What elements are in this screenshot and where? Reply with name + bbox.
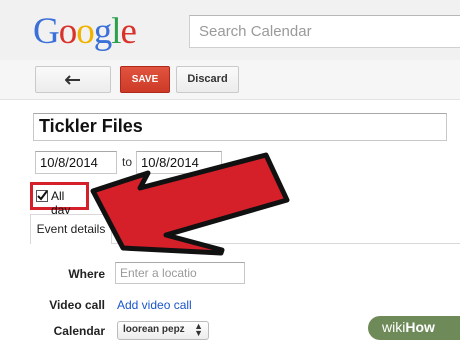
end-date-input[interactable]: 10/8/2014	[136, 151, 222, 174]
discard-button[interactable]: Discard	[176, 66, 239, 93]
where-label: Where	[68, 267, 105, 281]
checkmark-icon	[37, 190, 48, 201]
calendar-select[interactable]: loorean pepz ▲ ▼	[117, 321, 209, 340]
back-button[interactable]	[35, 66, 111, 93]
start-date-input[interactable]: 10/8/2014	[35, 151, 117, 174]
logo-letter: G	[33, 11, 60, 52]
tabs-divider	[112, 243, 460, 244]
all-day-highlight: All day	[30, 182, 89, 217]
logo-letter: l	[111, 11, 121, 52]
all-day-checkbox[interactable]	[36, 190, 48, 202]
video-call-label: Video call	[49, 298, 105, 312]
google-logo[interactable]: Google	[33, 11, 137, 52]
watermark-how: How	[405, 319, 435, 335]
app-header: Google Search Calendar	[0, 0, 460, 60]
add-video-call-link[interactable]: Add video call	[117, 298, 192, 312]
watermark-wiki: wiki	[382, 319, 406, 335]
logo-letter: o	[76, 11, 94, 52]
updown-arrows-icon: ▲ ▼	[194, 321, 203, 338]
logo-letter: o	[58, 11, 77, 52]
logo-letter: e	[120, 11, 137, 52]
event-title-input[interactable]: Tickler Files	[33, 113, 447, 141]
calendar-select-value: loorean pepz	[123, 324, 185, 335]
save-button[interactable]: SAVE	[120, 66, 170, 93]
calendar-label: Calendar	[53, 324, 105, 338]
logo-letter: g	[93, 11, 112, 52]
tab-event-details[interactable]: Event details	[30, 214, 112, 244]
all-day-label: All day	[51, 189, 71, 217]
search-calendar-input[interactable]: Search Calendar	[189, 15, 460, 48]
date-range-separator: to	[122, 155, 133, 169]
where-input[interactable]: Enter a locatio	[115, 262, 245, 284]
wikihow-watermark: wikiHow	[368, 316, 460, 340]
arrow-left-icon	[65, 75, 80, 85]
